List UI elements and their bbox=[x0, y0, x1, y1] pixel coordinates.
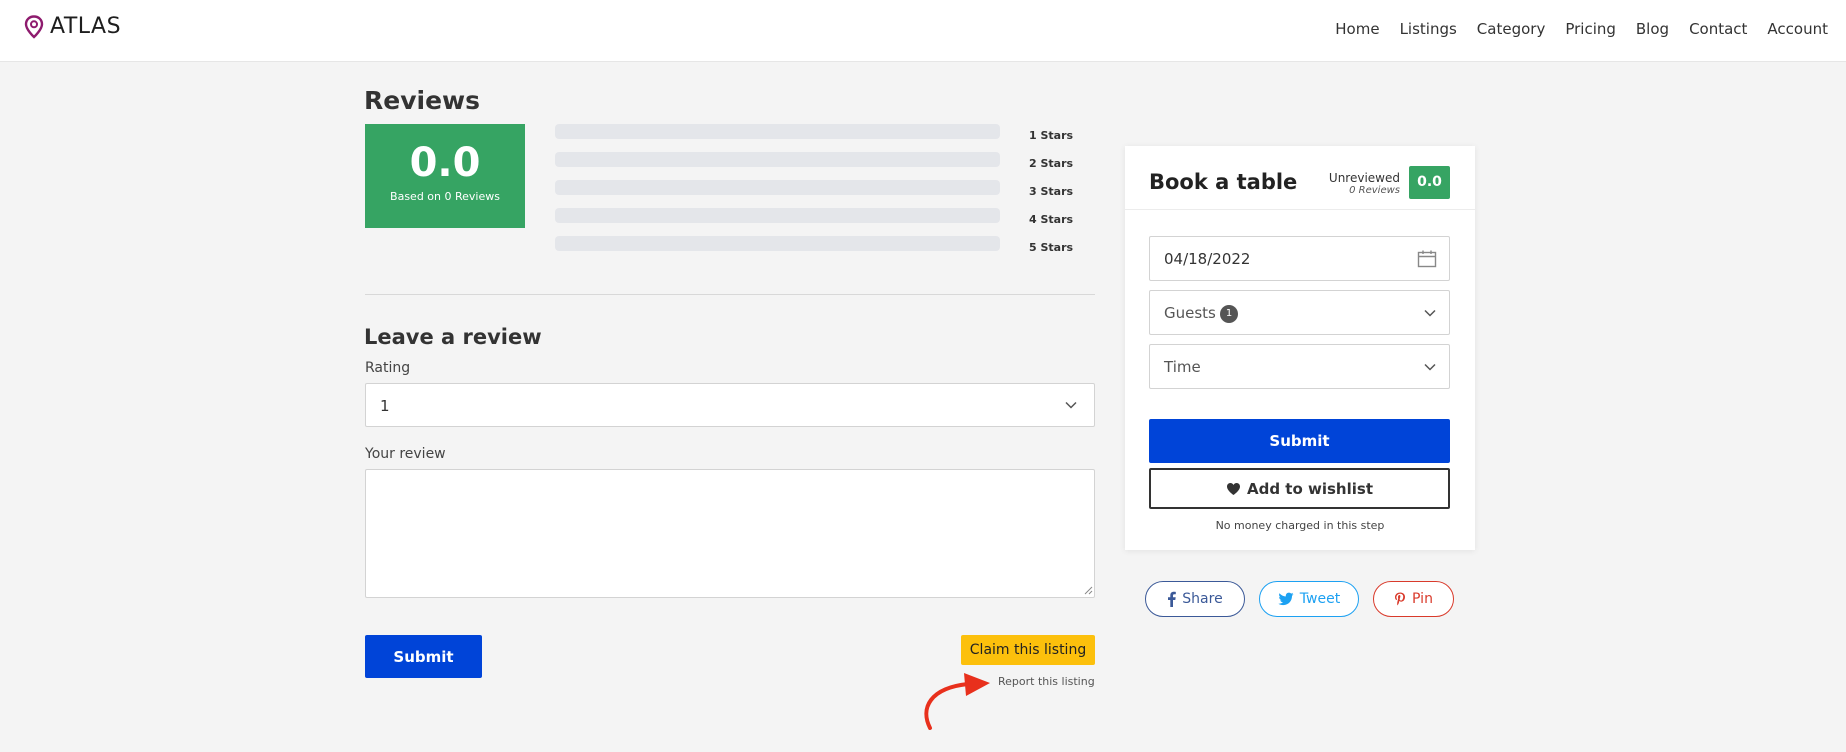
pinterest-share-button[interactable]: Pin bbox=[1373, 581, 1454, 617]
rating-bar-row: 1 Stars bbox=[555, 124, 1075, 152]
top-navigation-bar: ATLAS Home Listings Category Pricing Blo… bbox=[0, 0, 1846, 62]
facebook-share-label: Share bbox=[1182, 591, 1223, 607]
review-count-text: Based on 0 Reviews bbox=[390, 190, 500, 203]
map-pin-icon bbox=[24, 14, 44, 39]
booking-card: Book a table Unreviewed 0 Reviews 0.0 04… bbox=[1125, 146, 1475, 550]
rating-bar-row: 2 Stars bbox=[555, 152, 1075, 180]
rating-bar-row: 5 Stars bbox=[555, 236, 1075, 264]
time-select[interactable]: Time bbox=[1149, 344, 1450, 389]
nav-category[interactable]: Category bbox=[1477, 20, 1546, 38]
rating-label: Rating bbox=[365, 360, 411, 376]
rating-bar-row: 3 Stars bbox=[555, 180, 1075, 208]
rating-bar-track bbox=[555, 180, 1000, 195]
nav-blog[interactable]: Blog bbox=[1636, 20, 1669, 38]
date-value: 04/18/2022 bbox=[1164, 250, 1251, 268]
review-status-label: Unreviewed bbox=[1328, 171, 1400, 185]
rating-bar-track bbox=[555, 124, 1000, 139]
no-charge-note: No money charged in this step bbox=[1215, 519, 1385, 532]
chevron-down-icon bbox=[1424, 309, 1436, 317]
main-nav: Home Listings Category Pricing Blog Cont… bbox=[1335, 20, 1828, 38]
reviews-heading: Reviews bbox=[364, 86, 481, 115]
guests-label: Guests bbox=[1164, 304, 1216, 322]
submit-review-button[interactable]: Submit bbox=[365, 635, 482, 678]
review-status-count: 0 Reviews bbox=[1349, 185, 1400, 196]
nav-home[interactable]: Home bbox=[1335, 20, 1379, 38]
guests-count-badge: 1 bbox=[1220, 305, 1238, 323]
claim-listing-button[interactable]: Claim this listing bbox=[961, 635, 1095, 665]
booking-submit-button[interactable]: Submit bbox=[1149, 419, 1450, 463]
leave-review-heading: Leave a review bbox=[364, 325, 542, 349]
date-field[interactable]: 04/18/2022 bbox=[1149, 236, 1450, 281]
overall-score-box: 0.0 Based on 0 Reviews bbox=[365, 124, 525, 228]
twitter-share-button[interactable]: Tweet bbox=[1259, 581, 1359, 617]
rating-selected-value: 1 bbox=[380, 397, 390, 415]
twitter-icon bbox=[1278, 592, 1294, 606]
pinterest-icon bbox=[1395, 592, 1406, 605]
rating-bar-track bbox=[555, 236, 1000, 251]
rating-select[interactable]: 1 bbox=[365, 383, 1095, 427]
facebook-icon bbox=[1168, 591, 1177, 607]
annotation-arrow-icon bbox=[924, 673, 990, 730]
review-textarea[interactable] bbox=[365, 469, 1095, 598]
rating-bar-track bbox=[555, 152, 1000, 167]
rating-bar-track bbox=[555, 208, 1000, 223]
nav-account[interactable]: Account bbox=[1767, 20, 1828, 38]
pinterest-share-label: Pin bbox=[1412, 591, 1433, 607]
nav-contact[interactable]: Contact bbox=[1689, 20, 1747, 38]
review-status: Unreviewed 0 Reviews bbox=[1329, 171, 1400, 196]
brand-name: ATLAS bbox=[50, 14, 122, 39]
add-to-wishlist-button[interactable]: Add to wishlist bbox=[1149, 468, 1450, 509]
booking-title: Book a table bbox=[1149, 170, 1298, 194]
resize-handle-icon[interactable] bbox=[1084, 586, 1093, 595]
rating-bar-label: 4 Stars bbox=[1029, 213, 1074, 226]
booking-card-header: Book a table Unreviewed 0 Reviews 0.0 bbox=[1125, 146, 1475, 210]
nav-pricing[interactable]: Pricing bbox=[1565, 20, 1616, 38]
wishlist-label: Add to wishlist bbox=[1247, 479, 1373, 498]
rating-bar-label: 5 Stars bbox=[1029, 241, 1074, 254]
rating-bar-label: 1 Stars bbox=[1029, 129, 1074, 142]
chevron-down-icon bbox=[1065, 401, 1077, 409]
rating-bar-label: 3 Stars bbox=[1029, 185, 1074, 198]
brand-logo[interactable]: ATLAS bbox=[24, 14, 121, 39]
rating-bar-row: 4 Stars bbox=[555, 208, 1075, 236]
share-buttons: Share Tweet Pin bbox=[1145, 581, 1454, 617]
review-label: Your review bbox=[365, 446, 446, 462]
report-listing-link[interactable]: Report this listing bbox=[998, 675, 1095, 688]
rating-breakdown: 1 Stars 2 Stars 3 Stars 4 Stars 5 Stars bbox=[555, 124, 1075, 264]
calendar-icon[interactable] bbox=[1417, 249, 1437, 269]
rating-bar-label: 2 Stars bbox=[1029, 157, 1074, 170]
heart-icon bbox=[1227, 482, 1240, 495]
twitter-share-label: Tweet bbox=[1299, 591, 1341, 607]
section-divider bbox=[365, 294, 1095, 295]
time-placeholder: Time bbox=[1164, 358, 1201, 376]
chevron-down-icon bbox=[1424, 363, 1436, 371]
guests-select[interactable]: Guests 1 bbox=[1149, 290, 1450, 335]
overall-score: 0.0 bbox=[409, 140, 481, 186]
booking-score-badge: 0.0 bbox=[1409, 166, 1450, 199]
facebook-share-button[interactable]: Share bbox=[1145, 581, 1245, 617]
nav-listings[interactable]: Listings bbox=[1400, 20, 1457, 38]
